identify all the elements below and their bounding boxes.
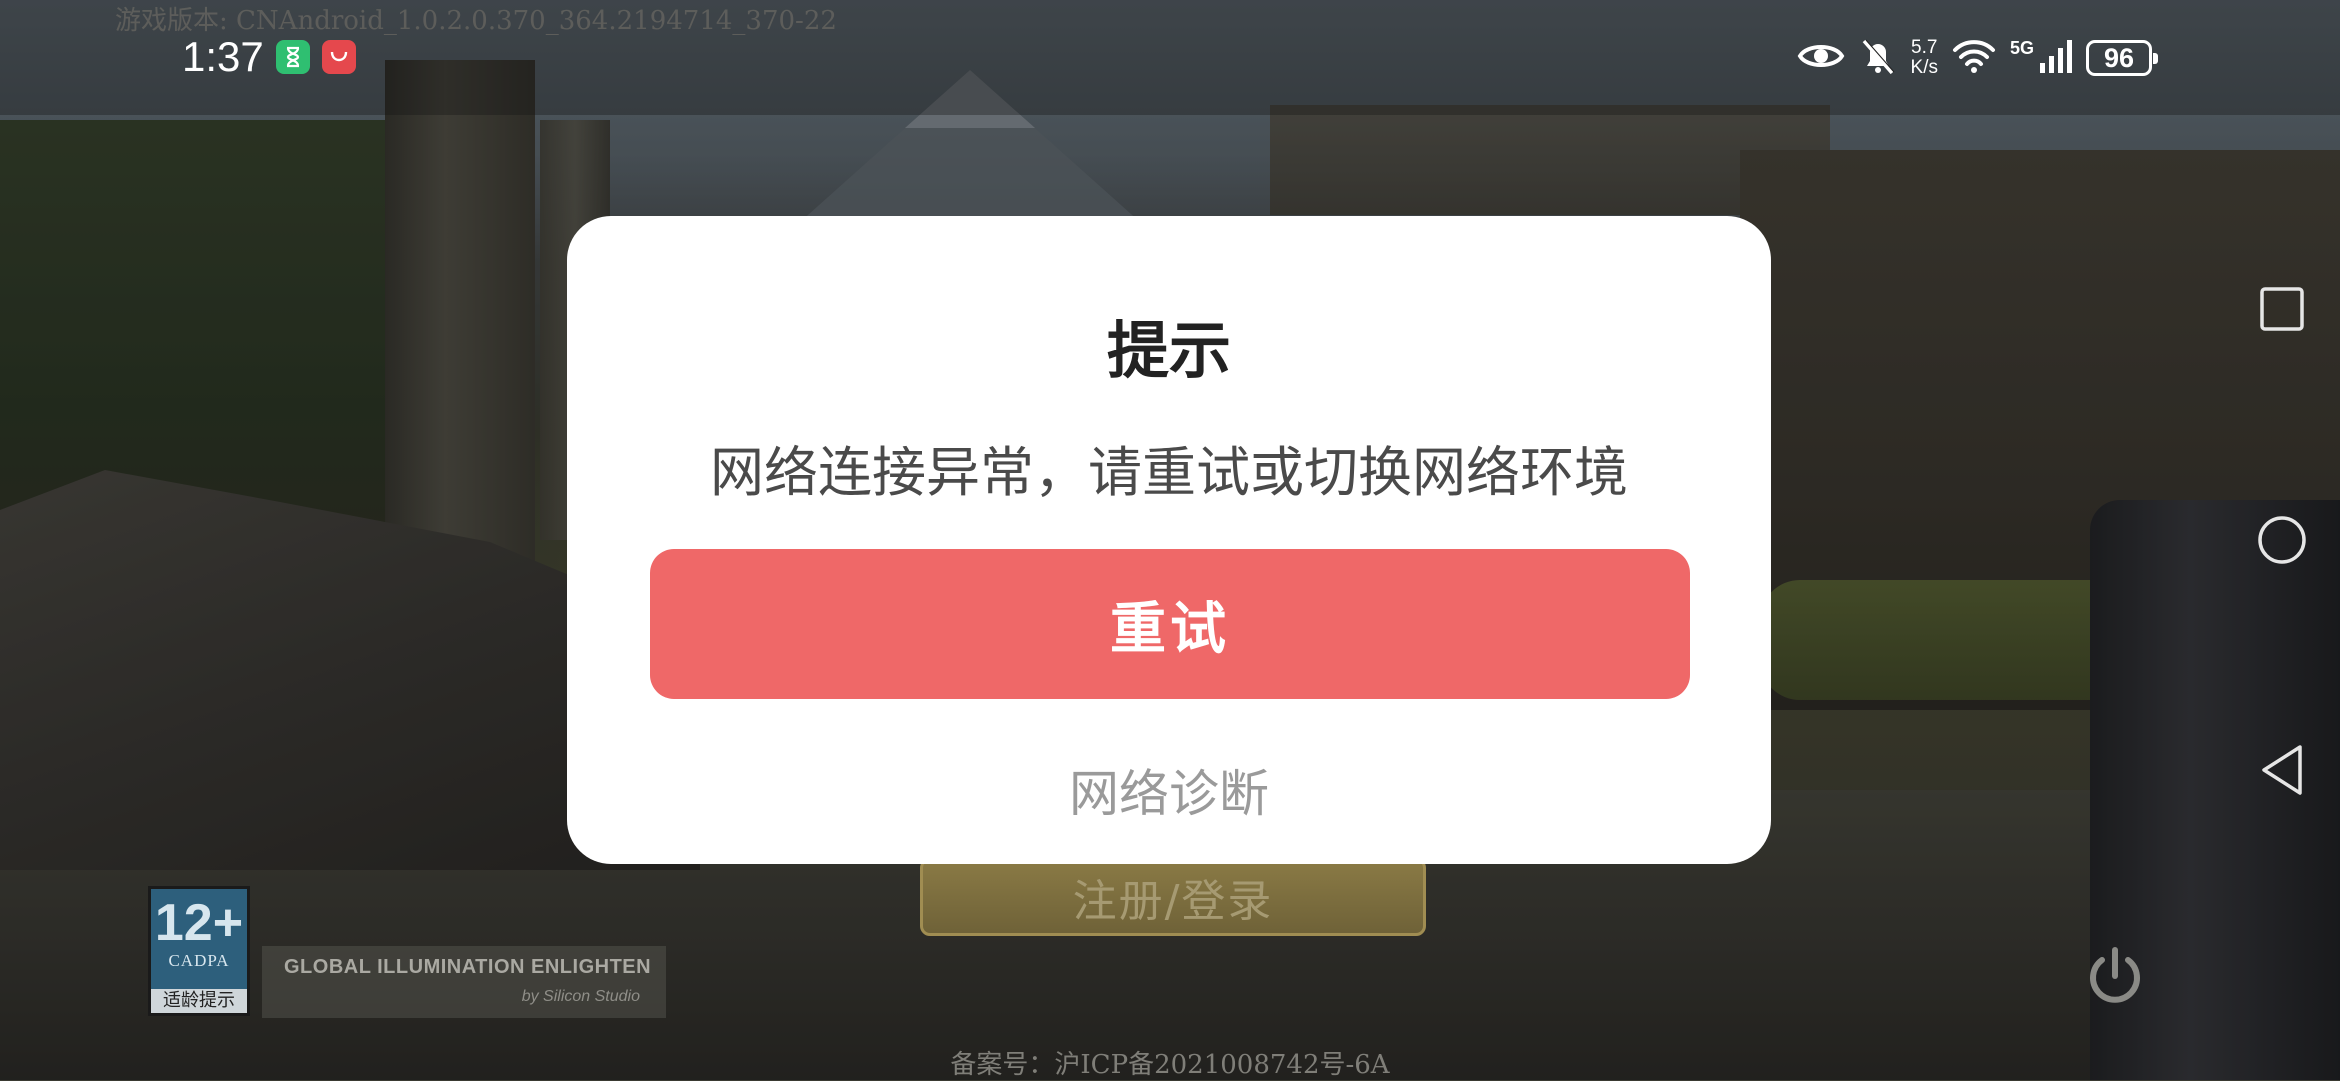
retry-button[interactable]: 重试 — [650, 549, 1690, 699]
home-button[interactable] — [2250, 508, 2314, 572]
age-rating-org: CADPA — [168, 951, 230, 970]
status-bar: 1:37 5.7 K/s 5G 96 — [0, 0, 2340, 115]
engine-credit: GLOBAL ILLUMINATION ENLIGHTEN by Silicon… — [262, 946, 666, 1018]
signal-icon — [2040, 39, 2072, 77]
network-error-dialog: 提示 网络连接异常，请重试或切换网络环境 重试 网络诊断 — [567, 216, 1771, 864]
network-type: 5G — [2009, 37, 2034, 58]
battery-indicator: 96 — [2086, 40, 2158, 76]
age-rating-number: 12+ — [154, 894, 244, 952]
status-icons: 5.7 K/s 5G 96 — [1797, 34, 2158, 82]
net-speed: 5.7 K/s — [1911, 38, 1938, 78]
engine-credit-by: by Silicon Studio — [521, 988, 640, 1005]
recent-apps-button[interactable] — [2250, 277, 2314, 341]
back-button[interactable] — [2250, 738, 2314, 802]
square-icon — [2260, 287, 2304, 331]
circle-icon — [2258, 516, 2306, 564]
register-login-button[interactable]: 注册/登录 — [920, 858, 1426, 936]
dialog-message: 网络连接异常，请重试或切换网络环境 — [710, 441, 1628, 504]
status-time: 1:37 — [182, 33, 264, 80]
engine-credit-title: GLOBAL ILLUMINATION ENLIGHTEN — [284, 956, 652, 978]
icp-record: 备案号：沪ICP备2021008742号-6A — [950, 1050, 1390, 1080]
hourglass-app-icon — [276, 40, 310, 74]
eye-icon — [1797, 39, 1845, 77]
network-diagnose-link[interactable]: 网络诊断 — [567, 754, 1771, 826]
notifications-off-icon — [1859, 36, 1897, 80]
power-icon[interactable] — [2080, 940, 2150, 1010]
wifi-icon — [1952, 38, 1996, 78]
dialog-title: 提示 — [1106, 314, 1231, 387]
triangle-back-icon — [2262, 745, 2302, 795]
net-speed-value: 5.7 — [1911, 37, 1938, 58]
store-app-icon — [322, 40, 356, 74]
age-rating-tip: 适龄提示 — [151, 989, 247, 1013]
net-speed-unit: K/s — [1910, 57, 1938, 78]
age-rating-badge: 12+ CADPA 适龄提示 — [148, 886, 250, 1016]
